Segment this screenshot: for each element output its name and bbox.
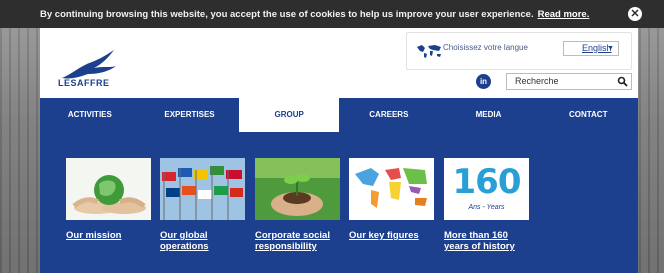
- search-input[interactable]: Recherche: [506, 73, 632, 90]
- nav-contact[interactable]: CONTACT: [538, 98, 638, 132]
- card-label-operations[interactable]: Our global operations: [160, 230, 245, 252]
- cookie-banner: By continuing browsing this website, you…: [0, 0, 664, 28]
- language-prompt: Choisissez votre langue: [443, 43, 528, 52]
- card-label-history[interactable]: More than 160 years of history: [444, 230, 529, 252]
- world-flags-image[interactable]: [160, 158, 245, 220]
- group-submenu: Our mission Our global operations Corpor…: [40, 132, 638, 273]
- nav-group[interactable]: GROUP: [239, 98, 340, 138]
- read-more-link[interactable]: Read more.: [538, 9, 590, 20]
- card-history[interactable]: 160 Ans - Years More than 160 years of h…: [444, 158, 529, 252]
- card-csr[interactable]: Corporate social responsibility: [255, 158, 340, 252]
- site-header: LESAFFRE Choisissez votre langue English…: [40, 28, 638, 98]
- card-key-figures[interactable]: Our key figures: [349, 158, 434, 241]
- cookie-message: By continuing browsing this website, you…: [40, 8, 534, 20]
- colored-map-image[interactable]: [349, 158, 434, 220]
- logo-wordmark[interactable]: LESAFFRE: [58, 78, 110, 88]
- anniversary-logo-image[interactable]: 160 Ans - Years: [444, 158, 529, 220]
- card-global-operations[interactable]: Our global operations: [160, 158, 245, 252]
- linkedin-icon[interactable]: in: [476, 74, 491, 89]
- nav-careers[interactable]: CAREERS: [339, 98, 439, 132]
- nav-activities[interactable]: ACTIVITIES: [40, 98, 140, 132]
- main-nav: ACTIVITIES EXPERTISES GROUP CAREERS MEDI…: [40, 98, 638, 138]
- language-selector-box: Choisissez votre langue English ▼: [406, 32, 632, 70]
- flags-icon: [160, 158, 245, 220]
- seedling-hands-image[interactable]: [255, 158, 340, 220]
- world-map-icon: [349, 158, 434, 220]
- nav-expertises[interactable]: EXPERTISES: [140, 98, 240, 132]
- world-map-icon: [417, 45, 441, 58]
- chevron-down-icon: ▼: [607, 45, 614, 52]
- card-label-csr[interactable]: Corporate social responsibility: [255, 230, 340, 252]
- anniversary-number: 160: [452, 162, 522, 202]
- nav-media[interactable]: MEDIA: [439, 98, 539, 132]
- close-icon[interactable]: ✕: [628, 7, 642, 21]
- earth-icon: [66, 158, 151, 220]
- hands-earth-image[interactable]: [66, 158, 151, 220]
- search-icon[interactable]: [617, 76, 628, 87]
- card-label-mission[interactable]: Our mission: [66, 230, 151, 241]
- card-label-key-figures[interactable]: Our key figures: [349, 230, 434, 241]
- language-dropdown[interactable]: English ▼: [563, 41, 619, 56]
- search-placeholder: Recherche: [515, 76, 559, 86]
- anniversary-caption: Ans - Years: [468, 204, 505, 211]
- seedling-icon: [255, 158, 340, 220]
- card-our-mission[interactable]: Our mission: [66, 158, 151, 241]
